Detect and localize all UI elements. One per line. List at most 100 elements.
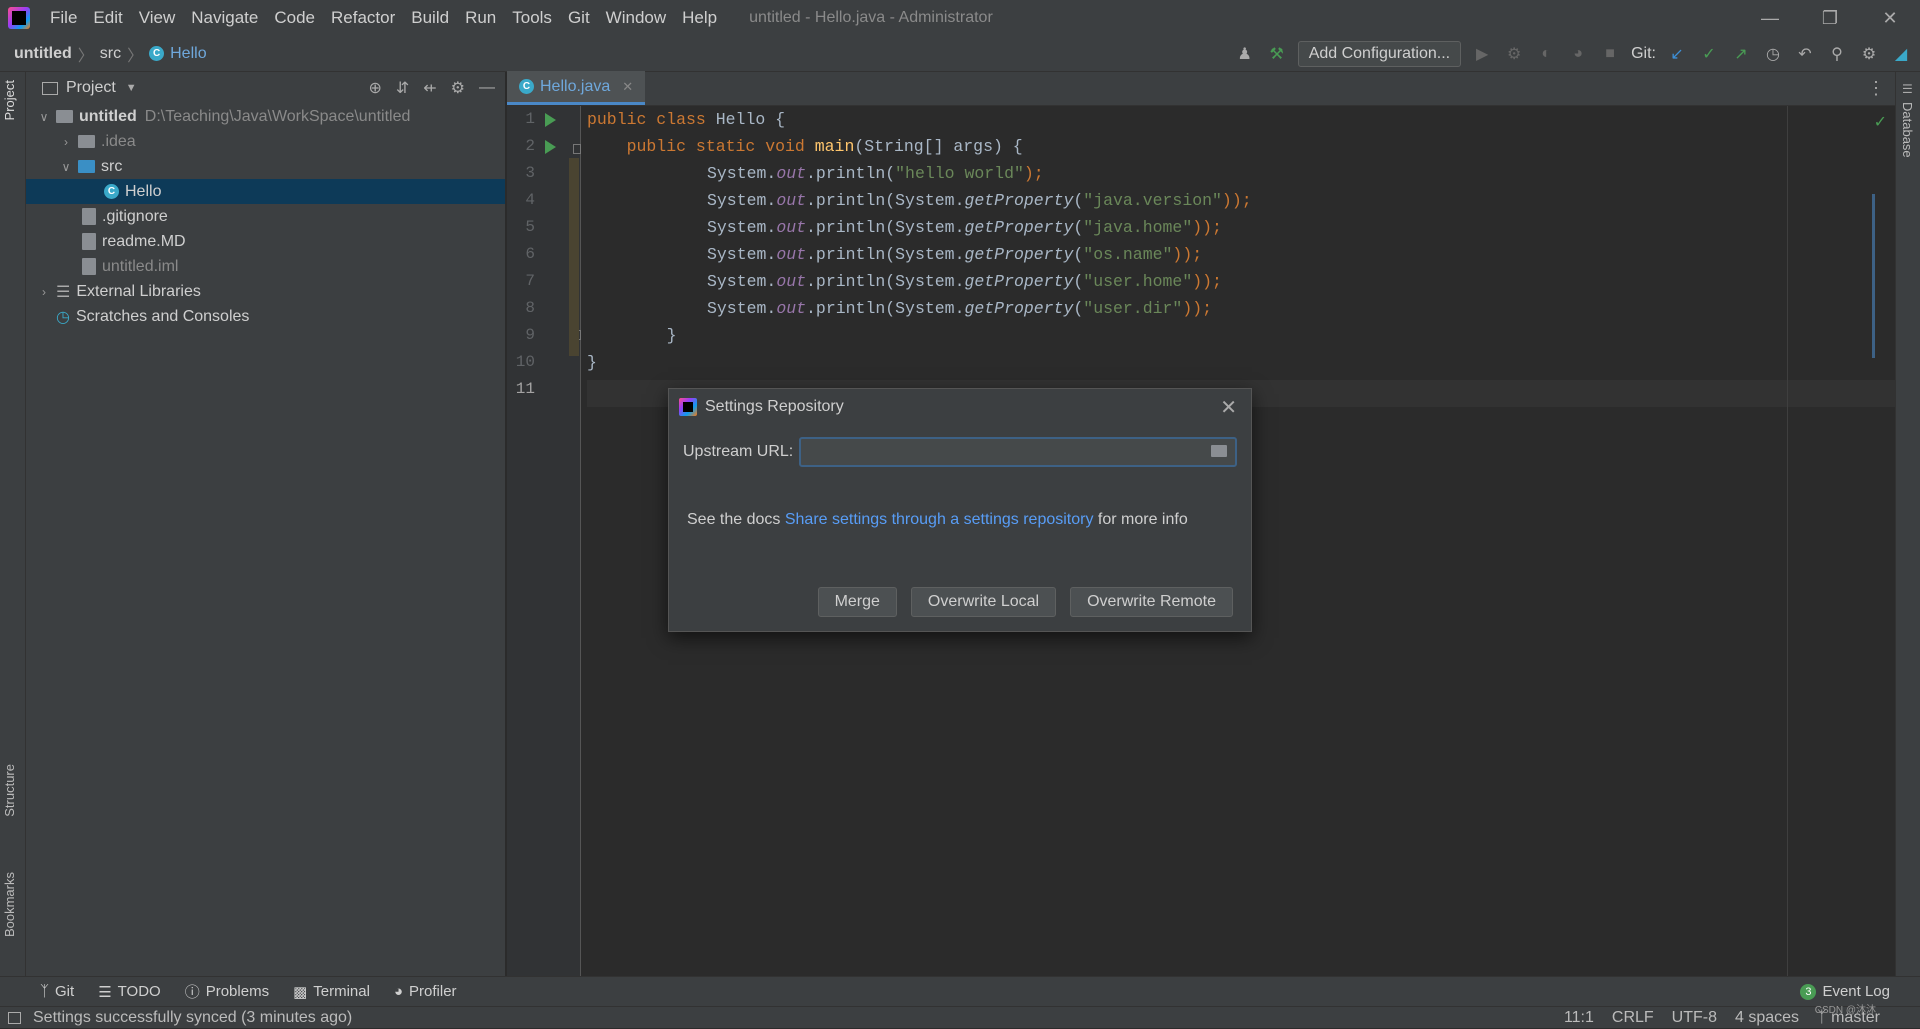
tree-item-readme[interactable]: readme.MD xyxy=(26,229,505,254)
more-tabs-icon[interactable]: ⋮ xyxy=(1867,78,1885,99)
rollback-icon[interactable]: ↶ xyxy=(1794,43,1816,65)
merge-button[interactable]: Merge xyxy=(817,587,897,617)
restore-icon[interactable]: ❐ xyxy=(1800,0,1860,36)
history-icon[interactable]: ◷ xyxy=(1762,43,1784,65)
no-problems-check-icon[interactable]: ✓ xyxy=(1874,112,1887,132)
breadcrumb-file[interactable]: Hello xyxy=(170,45,206,63)
user-icon[interactable]: ♟ xyxy=(1234,43,1256,65)
minimize-icon[interactable]: — xyxy=(1740,0,1800,36)
tool-profiler[interactable]: ◕ Profiler xyxy=(394,983,457,1000)
expand-all-icon[interactable]: ⇵ xyxy=(396,78,409,98)
chevron-down-icon[interactable]: ∨ xyxy=(58,160,74,174)
tree-item-iml[interactable]: untitled.iml xyxy=(26,254,505,279)
fold-marker-icon[interactable] xyxy=(573,144,581,154)
tab-structure[interactable]: Structure xyxy=(2,764,17,817)
chevron-down-icon[interactable]: ∨ xyxy=(36,110,52,124)
docs-link[interactable]: Share settings through a settings reposi… xyxy=(785,511,1094,528)
settings-gear-icon[interactable]: ⚙ xyxy=(1858,43,1880,65)
chevron-right-icon: 〉 xyxy=(127,47,144,65)
browse-folder-icon[interactable] xyxy=(1211,445,1228,457)
breadcrumb-src[interactable]: src xyxy=(100,45,121,63)
tree-item-label: .gitignore xyxy=(102,207,168,225)
caret-position[interactable]: 11:1 xyxy=(1564,1009,1594,1027)
menu-run[interactable]: Run xyxy=(457,0,504,36)
menu-view[interactable]: View xyxy=(131,0,184,36)
menu-help[interactable]: Help xyxy=(674,0,725,36)
overwrite-local-button[interactable]: Overwrite Local xyxy=(910,587,1057,617)
menu-file[interactable]: File xyxy=(42,0,85,36)
tree-item-gitignore[interactable]: .gitignore xyxy=(26,204,505,229)
tree-root[interactable]: ∨ untitled D:\Teaching\Java\WorkSpace\un… xyxy=(26,104,505,129)
options-gear-icon[interactable]: ⚙ xyxy=(451,78,465,98)
upstream-url-input[interactable] xyxy=(799,437,1238,467)
tool-event-log[interactable]: 3 Event Log xyxy=(1800,983,1890,1000)
left-tool-strip: Project Structure Bookmarks xyxy=(0,72,26,976)
chevron-right-icon[interactable]: › xyxy=(58,135,74,149)
tab-project[interactable]: Project xyxy=(2,80,17,120)
menu-tools[interactable]: Tools xyxy=(504,0,560,36)
menu-build[interactable]: Build xyxy=(403,0,457,36)
tab-database[interactable]: Database xyxy=(1900,102,1915,158)
menu-window[interactable]: Window xyxy=(598,0,674,36)
overwrite-remote-button[interactable]: Overwrite Remote xyxy=(1070,587,1233,617)
tree-item-scratches[interactable]: ◷ Scratches and Consoles xyxy=(26,304,505,329)
run-main-icon[interactable] xyxy=(545,140,556,154)
run-class-icon[interactable] xyxy=(545,113,556,127)
line-separator[interactable]: CRLF xyxy=(1612,1009,1654,1027)
breadcrumb-project[interactable]: untitled xyxy=(14,45,72,63)
dialog-title-bar: Settings Repository ✕ xyxy=(669,389,1251,425)
docs-text: See the docs Share settings through a se… xyxy=(687,511,1188,529)
menu-code[interactable]: Code xyxy=(266,0,323,36)
line-number: 7 xyxy=(525,272,535,290)
indent-setting[interactable]: 4 spaces xyxy=(1735,1009,1799,1027)
menu-refactor[interactable]: Refactor xyxy=(323,0,403,36)
menu-edit[interactable]: Edit xyxy=(85,0,130,36)
build-hammer-icon[interactable]: ⚒ xyxy=(1266,43,1288,65)
tree-item-idea[interactable]: › .idea xyxy=(26,129,505,154)
line-number: 10 xyxy=(515,353,535,371)
add-configuration-button[interactable]: Add Configuration... xyxy=(1297,41,1462,67)
stop-icon[interactable]: ■ xyxy=(1599,43,1621,65)
file-encoding[interactable]: UTF-8 xyxy=(1672,1009,1717,1027)
tool-problems[interactable]: ⓘ Problems xyxy=(185,981,269,1002)
profile-icon[interactable]: ◕ xyxy=(1567,43,1589,65)
tree-item-label: Scratches and Consoles xyxy=(75,307,250,325)
status-message[interactable]: Settings successfully synced (3 minutes … xyxy=(33,1009,352,1027)
tree-item-hello[interactable]: C Hello xyxy=(26,179,505,204)
list-icon: ☰ xyxy=(98,983,112,1001)
tab-bookmarks[interactable]: Bookmarks xyxy=(2,872,17,937)
tool-todo[interactable]: ☰ TODO xyxy=(98,983,161,1001)
close-icon[interactable]: ✕ xyxy=(1220,395,1237,420)
close-tab-icon[interactable]: ✕ xyxy=(622,79,633,95)
collapse-all-icon[interactable]: ⇷ xyxy=(423,78,436,98)
coverage-icon[interactable]: ◐ xyxy=(1535,43,1557,65)
chevron-down-icon[interactable]: ▼ xyxy=(126,82,137,94)
project-view-title[interactable]: Project xyxy=(66,79,116,97)
line-number: 9 xyxy=(525,326,535,344)
search-icon[interactable]: ⚲ xyxy=(1826,43,1848,65)
tab-hello-java[interactable]: C Hello.java ✕ xyxy=(507,71,646,105)
close-window-icon[interactable]: ✕ xyxy=(1860,0,1920,36)
folder-icon xyxy=(78,135,95,148)
debug-icon[interactable]: ⚙ xyxy=(1503,43,1525,65)
code-line: System.out.println(System.getProperty("u… xyxy=(707,272,1222,291)
hide-panel-icon[interactable]: — xyxy=(479,79,495,97)
run-icon[interactable]: ▶ xyxy=(1471,43,1493,65)
menu-git[interactable]: Git xyxy=(560,0,598,36)
locate-file-icon[interactable]: ⊕ xyxy=(368,78,381,98)
docs-suffix: for more info xyxy=(1093,511,1188,528)
git-update-icon[interactable]: ↙ xyxy=(1666,43,1688,65)
upstream-url-label: Upstream URL: xyxy=(683,443,794,460)
tree-item-src[interactable]: ∨ src xyxy=(26,154,505,179)
tool-terminal[interactable]: ▩ Terminal xyxy=(293,983,370,1001)
tree-item-external-libraries[interactable]: › ☰ External Libraries xyxy=(26,279,505,304)
status-window-icon[interactable] xyxy=(8,1011,21,1024)
menu-navigate[interactable]: Navigate xyxy=(183,0,266,36)
tool-git[interactable]: ᛉ Git xyxy=(40,983,74,1000)
jetbrains-toolbox-icon[interactable]: ◢ xyxy=(1890,43,1912,65)
git-commit-icon[interactable]: ✓ xyxy=(1698,43,1720,65)
chevron-right-icon[interactable]: › xyxy=(36,285,52,299)
git-label: Git: xyxy=(1631,45,1656,62)
git-push-icon[interactable]: ↗ xyxy=(1730,43,1752,65)
docs-prefix: See the docs xyxy=(687,511,785,528)
